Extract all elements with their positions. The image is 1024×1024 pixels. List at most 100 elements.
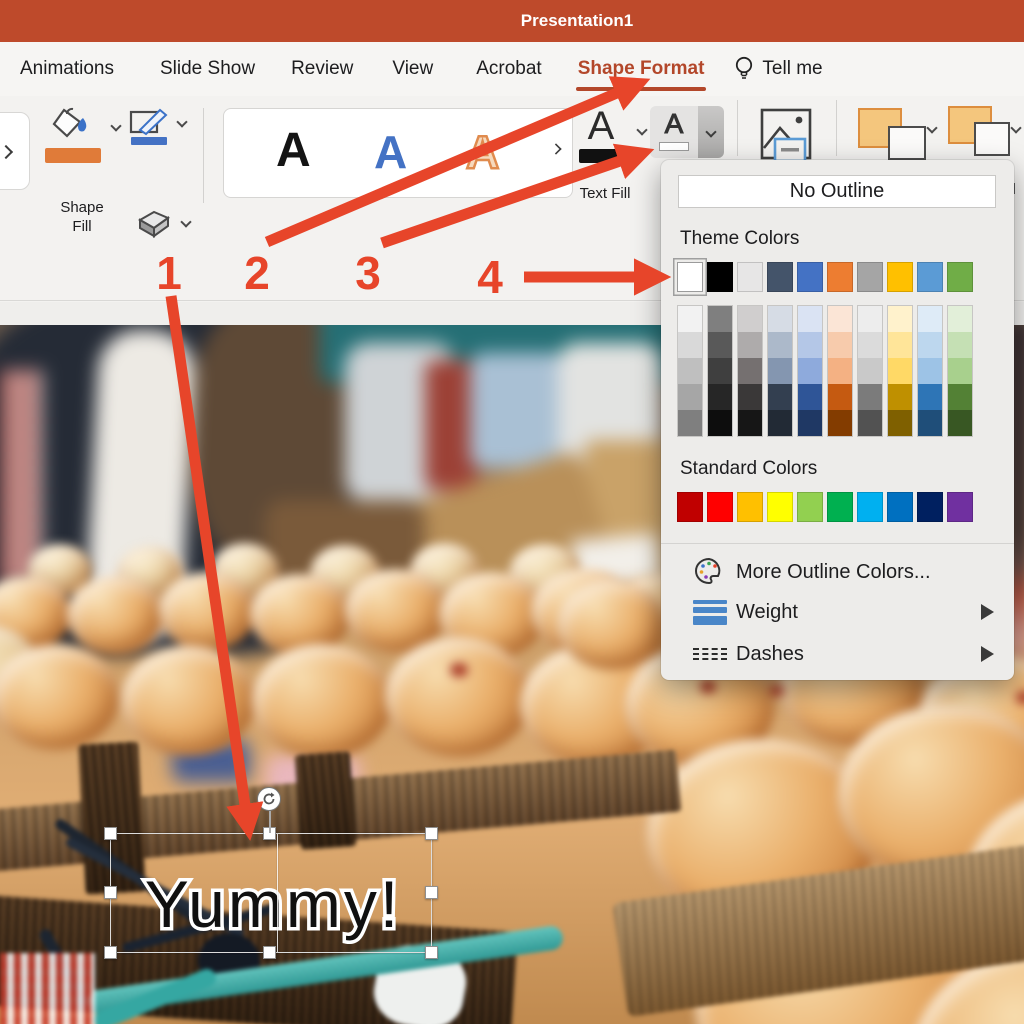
color-swatch[interactable] xyxy=(708,384,732,410)
color-swatch[interactable] xyxy=(948,384,972,410)
color-swatch[interactable] xyxy=(708,332,732,358)
color-swatch[interactable] xyxy=(798,358,822,384)
shape-styles-gallery-overflow[interactable] xyxy=(0,112,30,190)
tab-shape-format[interactable]: Shape Format xyxy=(575,42,707,96)
color-swatch[interactable] xyxy=(767,262,793,292)
color-swatch[interactable] xyxy=(708,358,732,384)
color-swatch[interactable] xyxy=(737,262,763,292)
color-swatch[interactable] xyxy=(677,262,703,292)
color-swatch[interactable] xyxy=(918,410,942,436)
color-swatch[interactable] xyxy=(678,358,702,384)
color-swatch[interactable] xyxy=(828,332,852,358)
color-swatch[interactable] xyxy=(918,358,942,384)
color-swatch[interactable] xyxy=(888,384,912,410)
color-swatch[interactable] xyxy=(857,262,883,292)
color-swatch[interactable] xyxy=(858,306,882,332)
color-swatch[interactable] xyxy=(768,332,792,358)
paint-bucket-icon[interactable] xyxy=(50,104,98,148)
send-backward-button[interactable] xyxy=(946,104,1024,168)
color-swatch[interactable] xyxy=(828,384,852,410)
color-swatch[interactable] xyxy=(768,306,792,332)
color-swatch[interactable] xyxy=(857,492,883,522)
tell-me-button[interactable]: Tell me xyxy=(762,42,822,96)
shape-effects-icon[interactable] xyxy=(132,208,172,242)
color-swatch[interactable] xyxy=(737,492,763,522)
shape-outline-pencil-icon[interactable] xyxy=(128,104,170,146)
wordart-styles-gallery[interactable]: A A A xyxy=(223,108,573,198)
color-swatch[interactable] xyxy=(887,262,913,292)
tab-slide-show[interactable]: Slide Show xyxy=(160,42,255,96)
no-outline-button[interactable]: No Outline xyxy=(678,175,996,208)
color-swatch[interactable] xyxy=(948,332,972,358)
color-swatch[interactable] xyxy=(798,332,822,358)
shape-fill-label[interactable]: Shape Fill xyxy=(42,198,122,236)
color-swatch[interactable] xyxy=(918,332,942,358)
more-outline-colors-item[interactable]: More Outline Colors... xyxy=(661,554,1014,590)
tab-animations[interactable]: Animations xyxy=(20,42,114,96)
color-swatch[interactable] xyxy=(827,262,853,292)
shape-effects-dropdown-icon[interactable] xyxy=(180,216,192,228)
color-swatch[interactable] xyxy=(888,358,912,384)
color-swatch[interactable] xyxy=(858,410,882,436)
color-swatch[interactable] xyxy=(827,492,853,522)
weight-item[interactable]: Weight xyxy=(661,594,1014,630)
color-swatch[interactable] xyxy=(678,384,702,410)
tab-review[interactable]: Review xyxy=(291,42,353,96)
resize-handle-top-right[interactable] xyxy=(425,827,438,840)
shape-fill-dropdown-icon[interactable] xyxy=(110,120,122,132)
resize-handle-bottom-left[interactable] xyxy=(104,946,117,959)
picture-button[interactable] xyxy=(758,106,814,168)
resize-handle-bottom-center[interactable] xyxy=(263,946,276,959)
color-swatch[interactable] xyxy=(708,306,732,332)
color-swatch[interactable] xyxy=(888,410,912,436)
color-swatch[interactable] xyxy=(768,384,792,410)
color-swatch[interactable] xyxy=(797,262,823,292)
color-swatch[interactable] xyxy=(888,332,912,358)
text-outline-button[interactable]: A xyxy=(650,106,724,158)
color-swatch[interactable] xyxy=(948,410,972,436)
color-swatch[interactable] xyxy=(858,332,882,358)
color-swatch[interactable] xyxy=(798,306,822,332)
color-swatch[interactable] xyxy=(738,332,762,358)
tab-acrobat[interactable]: Acrobat xyxy=(476,42,541,96)
color-swatch[interactable] xyxy=(708,410,732,436)
color-swatch[interactable] xyxy=(707,492,733,522)
color-swatch[interactable] xyxy=(917,262,943,292)
wordart-style-blue[interactable]: A xyxy=(374,125,407,179)
color-swatch[interactable] xyxy=(678,306,702,332)
text-fill-label[interactable]: Text Fill xyxy=(560,184,650,203)
dashes-item[interactable]: Dashes xyxy=(661,636,1014,672)
wordart-style-orange-outline[interactable]: A xyxy=(465,125,501,180)
color-swatch[interactable] xyxy=(768,410,792,436)
color-swatch[interactable] xyxy=(677,492,703,522)
color-swatch[interactable] xyxy=(918,384,942,410)
resize-handle-mid-right[interactable] xyxy=(425,886,438,899)
text-fill-icon[interactable]: A xyxy=(578,104,624,149)
color-swatch[interactable] xyxy=(828,410,852,436)
color-swatch[interactable] xyxy=(707,262,733,292)
color-swatch[interactable] xyxy=(797,492,823,522)
color-swatch[interactable] xyxy=(738,306,762,332)
color-swatch[interactable] xyxy=(678,410,702,436)
color-swatch[interactable] xyxy=(798,384,822,410)
color-swatch[interactable] xyxy=(948,358,972,384)
color-swatch[interactable] xyxy=(887,492,913,522)
text-outline-dropdown-icon[interactable] xyxy=(698,106,724,158)
text-fill-color-bar[interactable] xyxy=(579,149,627,163)
color-swatch[interactable] xyxy=(767,492,793,522)
textbox-selection-border[interactable] xyxy=(104,827,438,959)
bring-forward-button[interactable] xyxy=(856,104,936,168)
color-swatch[interactable] xyxy=(888,306,912,332)
color-swatch[interactable] xyxy=(828,358,852,384)
color-swatch[interactable] xyxy=(917,492,943,522)
color-swatch[interactable] xyxy=(948,306,972,332)
shape-fill-color-bar[interactable] xyxy=(45,148,101,163)
color-swatch[interactable] xyxy=(947,262,973,292)
color-swatch[interactable] xyxy=(738,384,762,410)
color-swatch[interactable] xyxy=(947,492,973,522)
color-swatch[interactable] xyxy=(858,358,882,384)
color-swatch[interactable] xyxy=(858,384,882,410)
resize-handle-top-left[interactable] xyxy=(104,827,117,840)
wordart-style-black[interactable]: A xyxy=(276,123,311,178)
color-swatch[interactable] xyxy=(828,306,852,332)
